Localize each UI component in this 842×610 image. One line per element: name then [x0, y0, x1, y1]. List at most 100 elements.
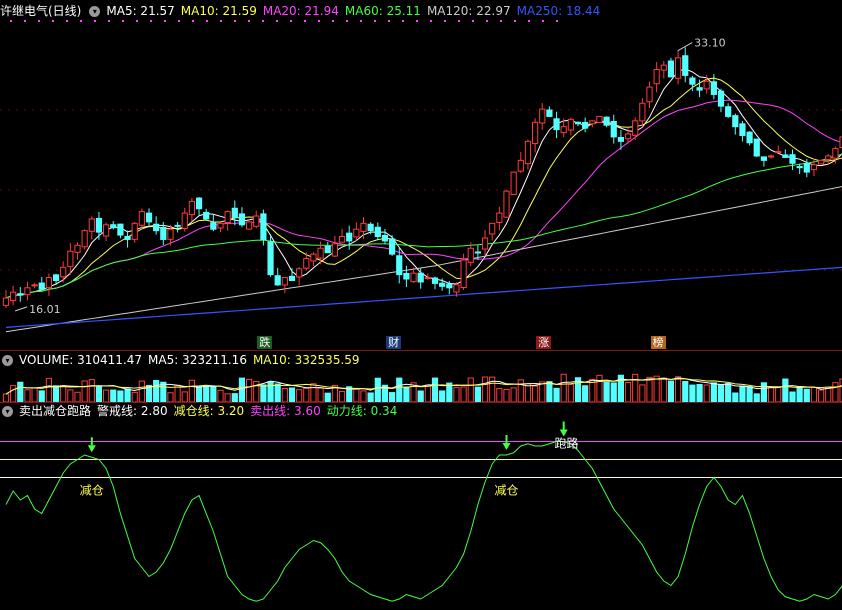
chevron-down-icon[interactable]: ▾ [2, 354, 13, 366]
candle-body [210, 222, 217, 230]
event-tag[interactable]: 榜 [650, 336, 666, 349]
candle [782, 149, 789, 158]
candle [10, 285, 17, 306]
candle [746, 131, 753, 146]
candle [346, 225, 353, 250]
candle [117, 223, 124, 239]
candle-body [2, 297, 10, 306]
signal-label: 减仓 [80, 484, 104, 498]
candle-body [353, 228, 360, 238]
candle [510, 171, 517, 196]
candle-body [539, 108, 546, 124]
candle [789, 149, 796, 170]
volume-bar [2, 393, 10, 402]
candle [296, 267, 303, 286]
signal-arrow-icon [502, 443, 511, 450]
marker-dot [304, 20, 306, 22]
volume-bar [403, 386, 410, 402]
event-tag[interactable]: 跌 [257, 336, 273, 349]
candle-body [746, 131, 753, 144]
price-chart[interactable]: 33.10 16.01 [0, 20, 842, 350]
candle-body [431, 277, 439, 284]
marker-dot [136, 20, 138, 22]
candle-body [224, 211, 231, 224]
volume-bar [667, 380, 675, 402]
indicator-chart[interactable]: 减仓 减仓 跑路 [0, 420, 842, 610]
candle-body [646, 86, 653, 103]
candle-body [460, 259, 467, 288]
volume-ma10: MA10: 332535.59 [252, 353, 360, 367]
candle-body [52, 274, 60, 281]
candle [818, 159, 825, 165]
candle-body [24, 287, 31, 296]
marker-dot [248, 20, 250, 22]
event-tag[interactable]: 涨 [536, 336, 552, 349]
candle [324, 241, 331, 254]
candle [646, 81, 653, 109]
marker-dot [38, 20, 40, 22]
candle-body [74, 244, 81, 253]
candle [417, 268, 424, 289]
volume-bar [417, 390, 424, 402]
candle-body [60, 266, 67, 278]
candle [767, 154, 775, 159]
candle-body [589, 120, 596, 125]
candle [603, 116, 610, 128]
candle [717, 88, 725, 113]
candle-body [717, 90, 725, 107]
volume-bar [474, 386, 481, 402]
candle [775, 145, 782, 154]
candle-body [696, 87, 703, 91]
ma10-label: MA10: 21.59 [180, 4, 257, 18]
signal-arrow-icon [559, 429, 568, 437]
volume-bar [210, 386, 217, 402]
volume-bar [739, 385, 746, 402]
candle-body [682, 55, 689, 76]
volume-bar [224, 393, 231, 402]
volume-bar [660, 377, 667, 402]
volume-bar [88, 379, 95, 402]
candle-body [138, 211, 145, 226]
chevron-down-icon[interactable]: ▾ [89, 5, 101, 17]
volume-bar [160, 381, 167, 402]
candle-body [317, 247, 324, 259]
power-line [5, 441, 842, 602]
volume-bar [596, 374, 603, 402]
marker-dot [192, 20, 194, 22]
candle-body [324, 245, 331, 254]
candle [639, 98, 646, 128]
ma60-label: MA60: 25.11 [344, 4, 421, 18]
volume-bar [310, 383, 317, 402]
low-pointer [14, 306, 28, 312]
candle [589, 120, 596, 128]
volume-bar [124, 388, 131, 402]
candle-body [260, 213, 267, 240]
volume-bar [238, 377, 246, 402]
candle-body [110, 224, 117, 229]
candle-body [117, 223, 124, 236]
volume-bar [496, 387, 503, 402]
marker-dot [346, 20, 348, 22]
candle [725, 103, 732, 119]
volume-bar [767, 387, 775, 402]
candle-body [31, 284, 38, 287]
marker-dot [472, 20, 474, 22]
candle [596, 115, 603, 123]
volume-chart[interactable] [0, 370, 842, 402]
candle-body [632, 120, 639, 136]
chevron-down-icon[interactable]: ▾ [2, 405, 13, 417]
event-tag[interactable]: 财 [386, 336, 402, 349]
ma250-line [5, 266, 842, 328]
stock-title: 许继电气(日线) [0, 4, 82, 18]
marker-dot [528, 20, 530, 22]
volume-bar [181, 391, 188, 402]
ma250-label: MA250: 18.44 [516, 4, 601, 18]
volume-bar [367, 392, 374, 402]
volume-bar [274, 383, 281, 402]
volume-bar [760, 382, 767, 402]
candle [503, 189, 510, 218]
reduce-line-label: 减仓线: 3.20 [173, 404, 245, 418]
candle [353, 222, 360, 241]
candle-body [496, 212, 503, 223]
panel-separator [0, 350, 842, 351]
